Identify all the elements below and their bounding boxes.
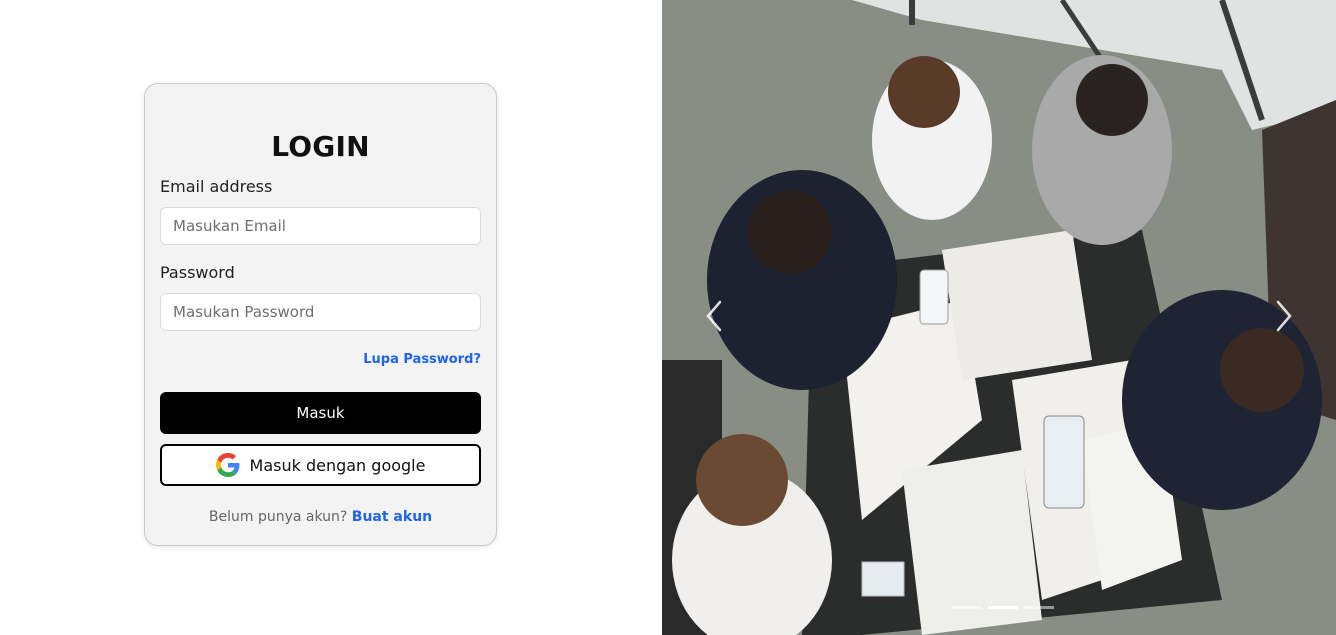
login-panel: LOGIN Email address Password Lupa Passwo…	[0, 0, 662, 635]
password-field[interactable]	[160, 293, 481, 331]
image-carousel	[662, 0, 1336, 635]
login-card: LOGIN Email address Password Lupa Passwo…	[144, 83, 497, 546]
google-login-button[interactable]: Masuk dengan google	[160, 444, 481, 486]
email-field[interactable]	[160, 207, 481, 245]
login-page: LOGIN Email address Password Lupa Passwo…	[0, 0, 1336, 635]
chevron-right-icon	[1276, 300, 1292, 332]
login-button[interactable]: Masuk	[160, 392, 481, 434]
chevron-left-icon	[706, 300, 722, 332]
forgot-password-link[interactable]: Lupa Password?	[363, 352, 481, 367]
create-account-link[interactable]: Buat akun	[352, 509, 432, 525]
meeting-photo	[662, 0, 1336, 635]
google-icon	[215, 453, 240, 477]
carousel-indicator-2[interactable]	[988, 606, 1018, 609]
signup-prompt: Belum punya akun? Buat akun	[145, 509, 496, 525]
email-label: Email address	[160, 177, 273, 196]
login-title: LOGIN	[271, 130, 370, 163]
carousel-indicators	[952, 606, 1054, 609]
password-label: Password	[160, 263, 235, 282]
carousel-next-button[interactable]	[1268, 296, 1298, 336]
carousel-prev-button[interactable]	[700, 296, 730, 336]
carousel-indicator-3[interactable]	[1024, 606, 1054, 609]
carousel-indicator-1[interactable]	[952, 606, 982, 609]
google-login-label: Masuk dengan google	[249, 455, 426, 475]
signup-prompt-text: Belum punya akun?	[208, 509, 348, 525]
